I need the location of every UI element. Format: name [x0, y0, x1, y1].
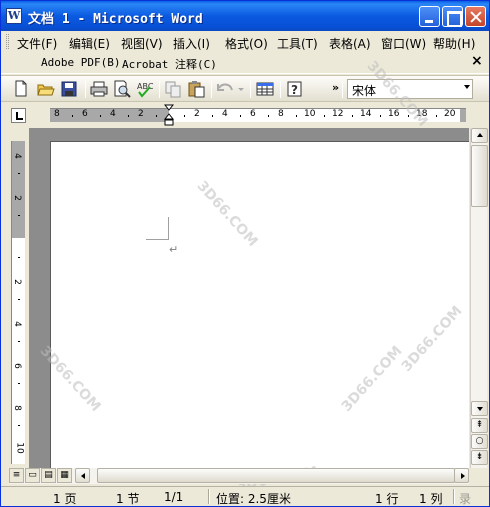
font-name-value: 宋体 — [352, 84, 377, 98]
menu-window[interactable]: 窗口(W) — [381, 35, 426, 52]
web-layout-view-button[interactable]: ▭ — [25, 468, 40, 483]
menu-format[interactable]: 格式(O) — [225, 35, 268, 52]
menu-view[interactable]: 视图(V) — [121, 35, 163, 52]
status-column: 1 列 — [419, 492, 443, 506]
ruler-label: 12 — [332, 109, 344, 119]
svg-text:?: ? — [291, 83, 298, 97]
status-line: 1 行 — [375, 492, 399, 506]
scroll-thumb[interactable] — [471, 145, 488, 207]
insert-table-icon[interactable] — [256, 80, 276, 98]
ruler-label: 4 — [222, 109, 228, 119]
word-app-icon[interactable]: W — [6, 8, 22, 24]
menu-grip-handle[interactable] — [6, 34, 9, 49]
horizontal-scrollbar[interactable]: ≡ ▭ ▤ ▦ — [9, 468, 469, 484]
status-position: 位置: 2.5厘米 — [216, 492, 291, 506]
chevron-down-icon[interactable] — [464, 85, 470, 89]
ruler-right-margin — [460, 109, 466, 122]
previous-page-button[interactable]: ⇞ — [471, 418, 488, 433]
menu-table[interactable]: 表格(A) — [329, 35, 371, 52]
status-section: 1 节 — [116, 492, 140, 506]
ruler-label: 6 — [11, 363, 22, 369]
outline-view-button[interactable]: ▦ — [57, 468, 72, 483]
horizontal-ruler-area: 8 6 4 2 2 4 6 8 10 12 14 16 18 20 — [1, 103, 489, 127]
maximize-button[interactable] — [442, 6, 463, 27]
ruler-label: 2 — [11, 195, 22, 201]
close-button[interactable] — [465, 6, 486, 27]
print-icon[interactable] — [90, 80, 110, 98]
vertical-ruler[interactable]: 4 2 2 4 6 8 10 — [11, 141, 25, 464]
save-icon[interactable] — [61, 80, 81, 98]
ruler-label: 20 — [444, 109, 456, 119]
ruler-label: 4 — [11, 153, 22, 159]
ruler-label: 4 — [110, 109, 116, 119]
scroll-up-button[interactable] — [471, 128, 488, 143]
font-name-dropdown[interactable]: 宋体 — [347, 79, 473, 99]
normal-view-button[interactable]: ≡ — [9, 468, 24, 483]
ruler-label: 6 — [82, 109, 88, 119]
standard-toolbar: ABC ? » 宋体 — [1, 75, 489, 102]
undo-icon[interactable] — [216, 80, 246, 98]
print-preview-icon[interactable] — [113, 80, 133, 98]
scroll-down-button[interactable] — [471, 401, 488, 416]
toolbar-options-button[interactable]: » — [332, 81, 339, 94]
scroll-left-button[interactable] — [75, 468, 90, 483]
status-record-macro[interactable]: 录 — [459, 490, 471, 507]
ruler-label: 2 — [194, 109, 200, 119]
status-bar: 1 页 1 节 1/1 位置: 2.5厘米 1 行 1 列 录 — [1, 486, 489, 506]
ruler-label: 8 — [278, 109, 284, 119]
ruler-label: 10 — [304, 109, 316, 119]
horizontal-ruler[interactable]: 8 6 4 2 2 4 6 8 10 12 14 16 18 20 — [50, 108, 466, 122]
ruler-label: 2 — [11, 279, 22, 285]
ruler-label: 8 — [11, 405, 22, 411]
ruler-label: 8 — [54, 109, 60, 119]
menu-file[interactable]: 文件(F) — [17, 35, 57, 52]
indent-marker[interactable] — [163, 104, 175, 128]
open-folder-icon[interactable] — [37, 80, 57, 98]
paste-icon[interactable] — [187, 80, 207, 98]
new-document-icon[interactable] — [13, 80, 33, 98]
menu-insert[interactable]: 插入(I) — [173, 35, 210, 52]
ruler-label: 10 — [14, 442, 25, 454]
status-page: 1 页 — [53, 492, 77, 506]
menu-help[interactable]: 帮助(H) — [433, 35, 475, 52]
ruler-label: 2 — [138, 109, 144, 119]
svg-text:ABC: ABC — [137, 82, 154, 91]
word-window: W 文档 1 - Microsoft Word 文件(F) 编辑(E) 视图(V… — [0, 0, 490, 507]
window-title: 文档 1 - Microsoft Word — [28, 12, 203, 27]
acrobat-toolbar: Adobe PDF(B) Acrobat 注释(C) × — [1, 52, 489, 74]
tab-selector-button[interactable] — [11, 108, 26, 123]
menu-bar: 文件(F) 编辑(E) 视图(V) 插入(I) 格式(O) 工具(T) 表格(A… — [1, 31, 489, 52]
adobe-pdf-menu[interactable]: Adobe PDF(B) — [41, 56, 120, 69]
copy-icon[interactable] — [164, 80, 184, 98]
ruler-label: 14 — [360, 109, 372, 119]
scroll-right-button[interactable] — [454, 468, 469, 483]
help-icon[interactable]: ? — [286, 80, 306, 98]
minimize-button[interactable] — [419, 6, 440, 27]
ruler-label: 4 — [11, 321, 22, 327]
text-boundary-mark — [168, 217, 169, 240]
menu-edit[interactable]: 编辑(E) — [69, 35, 110, 52]
ruler-label: 18 — [416, 109, 428, 119]
paragraph-mark: ↵ — [169, 243, 179, 256]
status-page-of: 1/1 — [164, 490, 184, 504]
close-document-button[interactable]: × — [471, 53, 483, 69]
horizontal-scroll-thumb[interactable] — [97, 468, 455, 483]
vertical-scrollbar[interactable]: ⇞ ○ ⇟ — [470, 128, 488, 468]
document-page[interactable] — [50, 141, 469, 468]
spelling-icon[interactable]: ABC — [136, 80, 156, 98]
acrobat-comments-menu[interactable]: Acrobat 注释(C) — [122, 56, 217, 72]
text-boundary-mark — [146, 239, 168, 240]
next-page-button[interactable]: ⇟ — [471, 450, 488, 465]
title-bar[interactable]: W 文档 1 - Microsoft Word — [1, 1, 489, 31]
menu-tools[interactable]: 工具(T) — [277, 35, 318, 52]
print-layout-view-button[interactable]: ▤ — [41, 468, 56, 483]
ruler-label: 6 — [250, 109, 256, 119]
select-browse-object-button[interactable]: ○ — [471, 434, 488, 449]
ruler-label: 16 — [388, 109, 400, 119]
